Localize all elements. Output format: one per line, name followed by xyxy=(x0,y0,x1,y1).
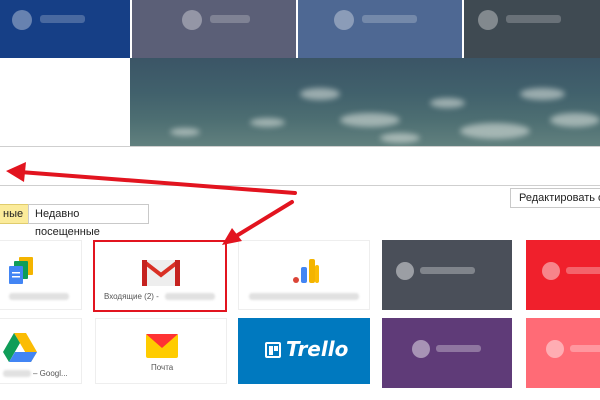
top-tile-2[interactable] xyxy=(132,0,296,60)
tab-favorites[interactable]: ные xyxy=(0,204,31,224)
top-tile-3[interactable] xyxy=(298,0,462,60)
top-tile-text xyxy=(362,15,417,23)
tile-blurred-dark[interactable] xyxy=(382,240,512,310)
tile-yandex-mail[interactable]: Почта xyxy=(95,318,227,384)
top-tile-icon xyxy=(334,10,354,30)
gmail-icon xyxy=(142,260,180,286)
trello-icon xyxy=(265,342,281,358)
top-tile-4[interactable] xyxy=(464,0,600,60)
top-tile-text xyxy=(40,15,85,23)
top-tile-text xyxy=(210,15,250,23)
tile-mail-label: Почта xyxy=(151,363,174,372)
trello-wordmark: Trello xyxy=(286,337,349,361)
tile-blurred-pink[interactable] xyxy=(526,318,600,388)
google-docs-icon xyxy=(9,257,33,284)
background-image xyxy=(130,58,600,146)
browser-new-tab-page: ные Недавно посещенные Редактировать оп … xyxy=(0,0,600,400)
arrow-to-gmail-tile xyxy=(231,200,294,240)
top-tile-text xyxy=(506,15,561,23)
tile-blurred-purple[interactable] xyxy=(382,318,512,388)
tile-analytics[interactable] xyxy=(238,240,370,310)
tile-gmail-inbox[interactable]: Входящие (2) - xyxy=(93,240,227,312)
tile-google-docs[interactable] xyxy=(0,240,82,310)
tab-recent-label: Недавно посещенные xyxy=(35,208,100,238)
top-speed-dial xyxy=(0,0,600,62)
tile-gmail-label: Входящие (2) - xyxy=(104,292,159,301)
tab-favorites-label: ные xyxy=(3,208,24,220)
top-tile-icon xyxy=(12,10,32,30)
tab-recently-visited[interactable]: Недавно посещенные xyxy=(28,204,149,238)
tile-drive-label: – Googl... xyxy=(33,369,68,378)
analytics-icon xyxy=(293,259,319,283)
top-tile-1[interactable] xyxy=(0,0,130,60)
top-tile-icon xyxy=(182,10,202,30)
tile-google-drive[interactable]: – Googl... xyxy=(0,318,82,384)
tile-trello[interactable]: Trello xyxy=(238,318,370,384)
tile-blurred-red[interactable] xyxy=(526,240,600,310)
address-bar[interactable] xyxy=(0,146,600,186)
top-tile-icon xyxy=(478,10,498,30)
google-drive-icon xyxy=(3,333,37,362)
edit-button-label: Редактировать оп xyxy=(519,192,600,204)
background-blank xyxy=(0,58,130,146)
edit-button[interactable]: Редактировать оп xyxy=(510,188,600,208)
yandex-mail-icon xyxy=(146,334,178,358)
